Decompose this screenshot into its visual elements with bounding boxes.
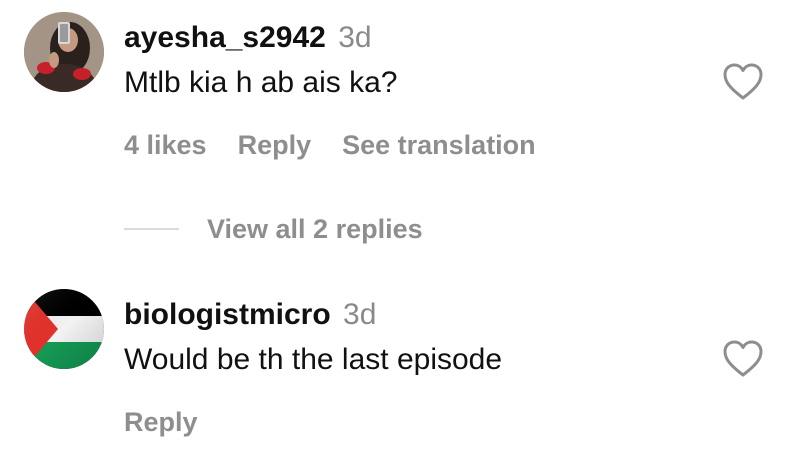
reply-button[interactable]: Reply xyxy=(238,129,312,161)
view-replies-label: View all 2 replies xyxy=(207,214,423,244)
username[interactable]: biologistmicro xyxy=(124,298,331,331)
comment-item: ayesha_s2942 3d Mtlb kia h ab ais ka? 4 … xyxy=(0,0,790,270)
like-button[interactable] xyxy=(722,62,764,102)
view-replies-button[interactable]: View all 2 replies xyxy=(124,212,423,246)
comment-header: biologistmicro 3d xyxy=(124,297,376,333)
timestamp: 3d xyxy=(343,298,377,331)
likes-count[interactable]: 4 likes xyxy=(124,129,207,161)
like-button[interactable] xyxy=(722,339,764,379)
replies-divider-line xyxy=(124,228,179,230)
avatar[interactable] xyxy=(24,289,104,369)
profile-photo-icon xyxy=(24,12,104,92)
see-translation-button[interactable]: See translation xyxy=(342,129,536,161)
avatar[interactable] xyxy=(24,12,104,92)
comment-text: Mtlb kia h ab ais ka? xyxy=(124,66,398,99)
palestine-flag-icon xyxy=(24,289,104,369)
comment-text: Would be th the last episode xyxy=(124,343,503,376)
reply-button[interactable]: Reply xyxy=(124,406,198,438)
username[interactable]: ayesha_s2942 xyxy=(124,21,326,54)
comment-header: ayesha_s2942 3d xyxy=(124,20,372,56)
comment-actions: Reply xyxy=(124,406,198,438)
heart-outline-icon xyxy=(723,63,763,100)
timestamp: 3d xyxy=(338,21,372,54)
heart-outline-icon xyxy=(723,340,763,377)
comment-item: biologistmicro 3d Would be th the last e… xyxy=(0,280,790,458)
comment-actions: 4 likes Reply See translation xyxy=(124,129,536,161)
